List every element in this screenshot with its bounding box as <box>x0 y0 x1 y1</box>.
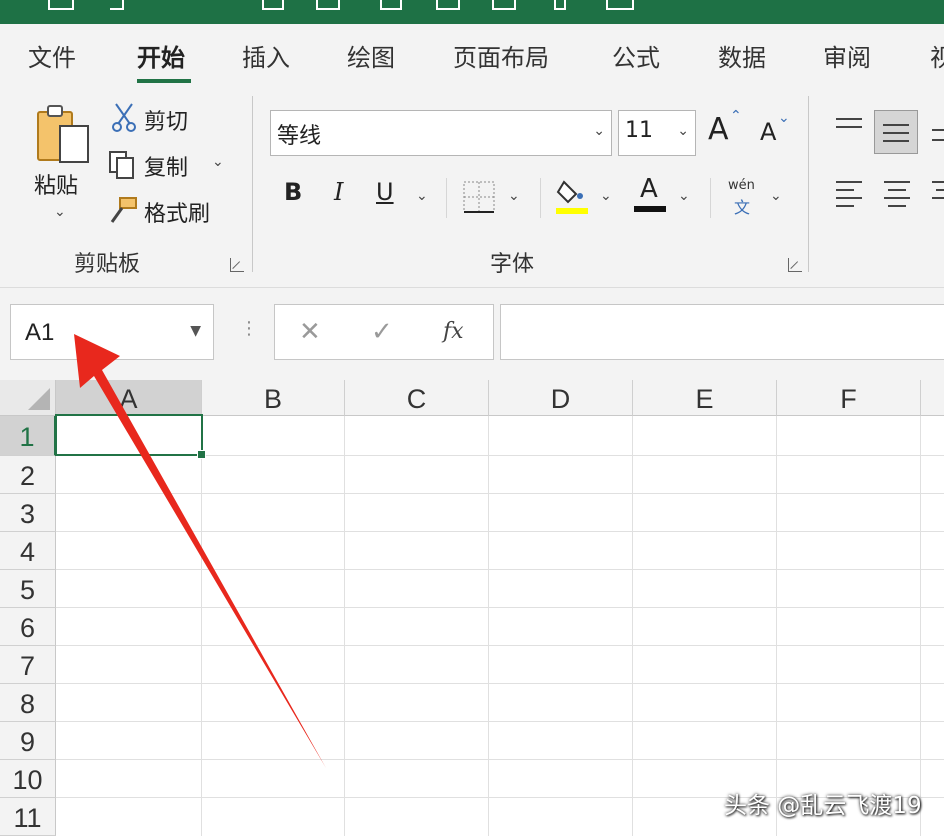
annotation-arrow <box>74 334 326 768</box>
watermark: 头条 @乱云飞渡19 <box>724 793 922 819</box>
